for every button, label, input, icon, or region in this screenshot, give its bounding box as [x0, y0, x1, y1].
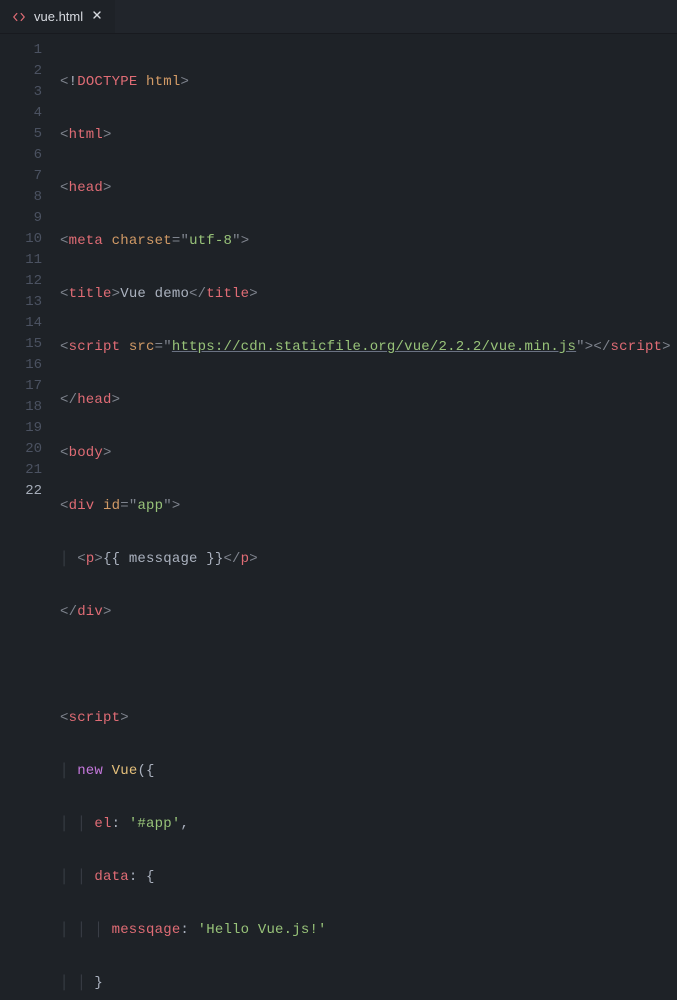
line-number: 8 — [0, 187, 46, 208]
code-line: │ │ } — [60, 973, 671, 994]
tab-vue-html[interactable]: vue.html — [0, 0, 115, 33]
line-number: 10 — [0, 229, 46, 250]
code-line: │ │ │ messqage: 'Hello Vue.js!' — [60, 920, 671, 941]
line-number: 4 — [0, 103, 46, 124]
line-number: 15 — [0, 334, 46, 355]
code-line: <body> — [60, 443, 671, 464]
code-editor[interactable]: 12345678910111213141516171819202122 <!DO… — [0, 34, 677, 500]
line-number: 17 — [0, 376, 46, 397]
code-line: </div> — [60, 602, 671, 623]
line-number: 12 — [0, 271, 46, 292]
tab-bar: vue.html — [0, 0, 677, 34]
line-number: 16 — [0, 355, 46, 376]
line-number: 19 — [0, 418, 46, 439]
code-icon — [12, 10, 26, 24]
line-number: 1 — [0, 40, 46, 61]
line-number: 11 — [0, 250, 46, 271]
line-number: 18 — [0, 397, 46, 418]
line-number: 5 — [0, 124, 46, 145]
close-icon[interactable] — [91, 9, 103, 24]
code-line: <script src="https://cdn.staticfile.org/… — [60, 337, 671, 358]
line-number: 13 — [0, 292, 46, 313]
code-line: <html> — [60, 125, 671, 146]
line-number: 9 — [0, 208, 46, 229]
code-line: <div id="app"> — [60, 496, 671, 517]
code-content: <!DOCTYPE html> <html> <head> <meta char… — [46, 34, 671, 500]
code-line: </head> — [60, 390, 671, 411]
line-number: 20 — [0, 439, 46, 460]
code-line: <script> — [60, 708, 671, 729]
line-number: 3 — [0, 82, 46, 103]
tab-filename: vue.html — [34, 9, 83, 24]
line-number: 7 — [0, 166, 46, 187]
line-number-gutter: 12345678910111213141516171819202122 — [0, 34, 46, 500]
code-line: │ │ el: '#app', — [60, 814, 671, 835]
line-number: 6 — [0, 145, 46, 166]
code-line: <!DOCTYPE html> — [60, 72, 671, 93]
code-line: │ new Vue({ — [60, 761, 671, 782]
code-line — [60, 655, 671, 676]
code-line: <title>Vue demo</title> — [60, 284, 671, 305]
code-line: <meta charset="utf-8"> — [60, 231, 671, 252]
line-number: 21 — [0, 460, 46, 481]
line-number: 22 — [0, 481, 46, 502]
line-number: 14 — [0, 313, 46, 334]
code-line: │ <p>{{ messqage }}</p> — [60, 549, 671, 570]
line-number: 2 — [0, 61, 46, 82]
code-line: │ │ data: { — [60, 867, 671, 888]
code-line: <head> — [60, 178, 671, 199]
